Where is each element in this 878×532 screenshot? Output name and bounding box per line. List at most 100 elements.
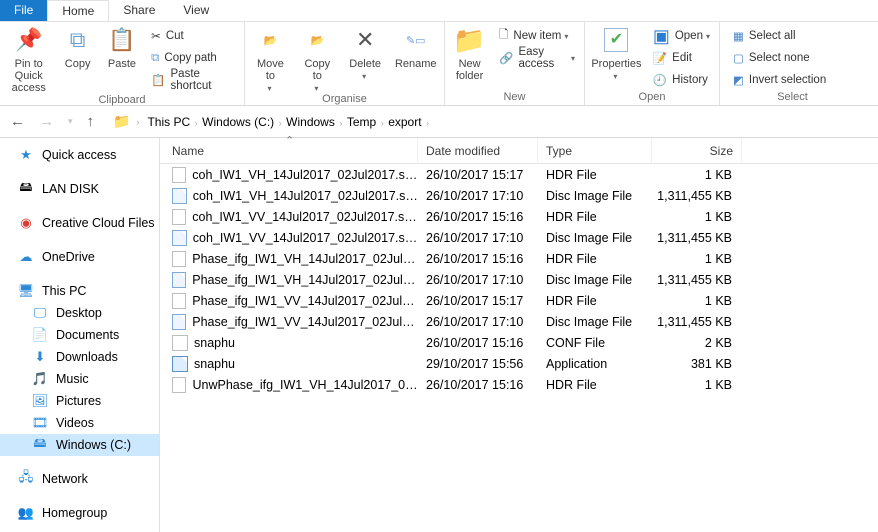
history-icon: 🕘 bbox=[653, 73, 667, 87]
menu-view[interactable]: View bbox=[169, 0, 223, 21]
chevron-icon[interactable]: › bbox=[424, 118, 430, 128]
file-name: Phase_ifg_IW1_VV_14Jul2017_02Jul2017.s..… bbox=[192, 294, 418, 308]
file-row[interactable]: Phase_ifg_IW1_VV_14Jul2017_02Jul2017.s..… bbox=[160, 290, 878, 311]
file-row[interactable]: Phase_ifg_IW1_VH_14Jul2017_02Jul2017.s..… bbox=[160, 248, 878, 269]
breadcrumb-item[interactable]: Temp bbox=[345, 112, 378, 132]
nav-item[interactable]: 📄Documents bbox=[0, 324, 159, 346]
new-item-button[interactable]: 🗋New item▾ bbox=[496, 26, 578, 46]
nav-recent-button[interactable]: ▾ bbox=[68, 116, 73, 127]
file-date: 26/10/2017 15:16 bbox=[418, 378, 538, 392]
new-folder-button[interactable]: 📁 New folder bbox=[451, 24, 488, 82]
file-name: coh_IW1_VH_14Jul2017_02Jul2017.snaphu bbox=[193, 189, 418, 203]
file-row[interactable]: Phase_ifg_IW1_VH_14Jul2017_02Jul2017.s..… bbox=[160, 269, 878, 290]
file-date: 26/10/2017 17:10 bbox=[418, 273, 538, 287]
nav-this-pc[interactable]: 🖥This PC bbox=[0, 280, 159, 302]
homegroup-icon: 👥 bbox=[18, 505, 34, 521]
cloud-icon: ◉ bbox=[18, 215, 34, 231]
edit-button[interactable]: 📝Edit bbox=[650, 48, 713, 68]
rename-button[interactable]: ✎▭ Rename bbox=[394, 24, 438, 70]
nav-quick-access[interactable]: ★Quick access bbox=[0, 144, 159, 166]
file-date: 26/10/2017 15:16 bbox=[418, 336, 538, 350]
nav-item[interactable]: 🎵Music bbox=[0, 368, 159, 390]
invert-selection-button[interactable]: ◩Invert selection bbox=[730, 70, 829, 90]
nav-forward-button[interactable]: → bbox=[39, 113, 54, 130]
file-size: 1 KB bbox=[652, 294, 742, 308]
nav-lan-disk[interactable]: 🖴LAN DISK bbox=[0, 178, 159, 200]
file-type: CONF File bbox=[538, 336, 652, 350]
delete-button[interactable]: ✕ Delete▾ bbox=[345, 24, 386, 81]
pin-quick-access-button[interactable]: 📌 Pin to Quick access bbox=[6, 24, 51, 94]
properties-button[interactable]: ✔ Properties▾ bbox=[591, 24, 642, 81]
file-icon bbox=[172, 188, 187, 204]
nav-homegroup[interactable]: 👥Homegroup bbox=[0, 502, 159, 524]
edit-icon: 📝 bbox=[653, 51, 667, 65]
col-size-header[interactable]: Size bbox=[652, 138, 742, 163]
shortcut-icon: 📋 bbox=[151, 73, 165, 87]
file-row[interactable]: snaphu29/10/2017 15:56Application381 KB bbox=[160, 353, 878, 374]
chevron-icon[interactable]: › bbox=[337, 118, 345, 128]
easy-access-icon: 🔗 bbox=[499, 51, 513, 65]
file-type: HDR File bbox=[538, 168, 652, 182]
open-button[interactable]: ▣Open▾ bbox=[650, 26, 713, 46]
file-row[interactable]: UnwPhase_ifg_IW1_VH_14Jul2017_02Jul2...2… bbox=[160, 374, 878, 395]
rename-icon: ✎▭ bbox=[400, 24, 432, 56]
file-icon bbox=[172, 335, 188, 351]
paste-button[interactable]: 📋 Paste bbox=[104, 24, 140, 70]
group-label: New bbox=[451, 91, 578, 105]
chevron-icon[interactable]: › bbox=[136, 117, 139, 127]
col-type-header[interactable]: Type bbox=[538, 138, 652, 163]
chevron-icon[interactable]: › bbox=[378, 118, 386, 128]
menu-file[interactable]: File bbox=[0, 0, 47, 21]
select-all-button[interactable]: ▦Select all bbox=[730, 26, 829, 46]
paste-icon: 📋 bbox=[106, 24, 138, 56]
ribbon: 📌 Pin to Quick access ⧉ Copy 📋 Paste ✂Cu… bbox=[0, 22, 878, 106]
copy-to-button[interactable]: 📂 Copy to▾ bbox=[298, 24, 337, 93]
breadcrumb-item[interactable]: Windows bbox=[284, 112, 337, 132]
nav-item[interactable]: 🖴Windows (C:) bbox=[0, 434, 159, 456]
ribbon-group-new: 📁 New folder 🗋New item▾ 🔗Easy access▾ Ne… bbox=[445, 22, 585, 105]
select-none-button[interactable]: ▢Select none bbox=[730, 48, 829, 68]
chevron-icon[interactable]: › bbox=[276, 118, 284, 128]
menu-share[interactable]: Share bbox=[109, 0, 169, 21]
file-size: 2 KB bbox=[652, 336, 742, 350]
drive-icon: 🎵 bbox=[32, 371, 48, 387]
folder-icon: 📁 bbox=[113, 113, 130, 130]
nav-network[interactable]: 🖧Network bbox=[0, 468, 159, 490]
nav-item[interactable]: 🖵Desktop bbox=[0, 302, 159, 324]
file-row[interactable]: coh_IW1_VH_14Jul2017_02Jul2017.snaphu26/… bbox=[160, 185, 878, 206]
nav-item[interactable]: 🎞Videos bbox=[0, 412, 159, 434]
easy-access-button[interactable]: 🔗Easy access▾ bbox=[496, 48, 578, 68]
scissors-icon: ✂ bbox=[151, 29, 161, 43]
breadcrumb-item[interactable]: This PC bbox=[145, 112, 192, 132]
file-row[interactable]: coh_IW1_VV_14Jul2017_02Jul2017.snaphu...… bbox=[160, 206, 878, 227]
nav-up-button[interactable]: ↑ bbox=[87, 113, 95, 130]
nav-item[interactable]: 🖼Pictures bbox=[0, 390, 159, 412]
file-row[interactable]: coh_IW1_VH_14Jul2017_02Jul2017.snaphu...… bbox=[160, 164, 878, 185]
nav-back-button[interactable]: ← bbox=[10, 113, 25, 130]
file-size: 1,311,455 KB bbox=[652, 189, 742, 203]
file-type: HDR File bbox=[538, 378, 652, 392]
cut-button[interactable]: ✂Cut bbox=[148, 26, 238, 46]
col-name-header[interactable]: Name bbox=[160, 138, 418, 163]
file-icon bbox=[172, 167, 186, 183]
chevron-icon[interactable]: › bbox=[192, 118, 200, 128]
nav-item[interactable]: ⬇Downloads bbox=[0, 346, 159, 368]
menu-home[interactable]: Home bbox=[47, 0, 109, 21]
nav-creative-cloud[interactable]: ◉Creative Cloud Files bbox=[0, 212, 159, 234]
drive-icon: ⬇ bbox=[32, 349, 48, 365]
file-row[interactable]: snaphu26/10/2017 15:16CONF File2 KB bbox=[160, 332, 878, 353]
address-bar[interactable]: 📁 › This PC › Windows (C:) › Windows › T… bbox=[108, 110, 868, 134]
menu-bar: File Home Share View bbox=[0, 0, 878, 22]
file-row[interactable]: Phase_ifg_IW1_VV_14Jul2017_02Jul2017.s..… bbox=[160, 311, 878, 332]
paste-shortcut-button[interactable]: 📋Paste shortcut bbox=[148, 70, 238, 90]
col-date-header[interactable]: Date modified bbox=[418, 138, 538, 163]
copy-path-button[interactable]: ⧉Copy path bbox=[148, 48, 238, 68]
move-to-button[interactable]: 📂 Move to▾ bbox=[251, 24, 290, 93]
file-name: coh_IW1_VH_14Jul2017_02Jul2017.snaphu... bbox=[192, 168, 418, 182]
copy-button[interactable]: ⧉ Copy bbox=[59, 24, 95, 70]
breadcrumb-item[interactable]: Windows (C:) bbox=[200, 112, 276, 132]
history-button[interactable]: 🕘History bbox=[650, 70, 713, 90]
file-row[interactable]: coh_IW1_VV_14Jul2017_02Jul2017.snaphu26/… bbox=[160, 227, 878, 248]
nav-onedrive[interactable]: ☁OneDrive bbox=[0, 246, 159, 268]
breadcrumb-item[interactable]: export bbox=[386, 112, 423, 132]
